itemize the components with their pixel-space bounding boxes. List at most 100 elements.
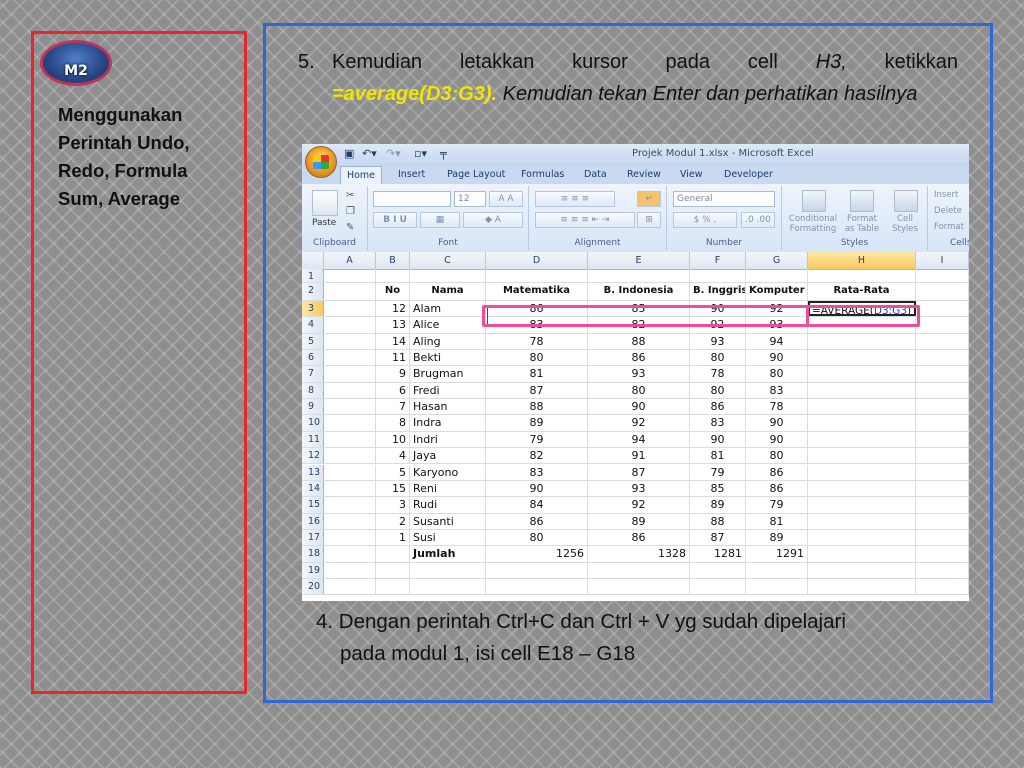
tab-data[interactable]: Data [584, 169, 607, 180]
cell[interactable] [808, 578, 916, 595]
cell[interactable]: 9 [376, 366, 410, 382]
currency-percent-comma-buttons[interactable]: $ % , [673, 212, 737, 228]
row-header[interactable]: 1 [302, 269, 324, 282]
cell[interactable]: Hasan [410, 399, 486, 415]
row-header[interactable]: 17 [302, 529, 324, 546]
cell[interactable] [808, 399, 916, 415]
cell[interactable]: 80 [746, 366, 808, 382]
cut-icon[interactable]: ✂ [346, 190, 354, 201]
row-header[interactable]: 12 [302, 448, 324, 464]
cell[interactable]: B. Inggris [690, 283, 746, 300]
row-header[interactable]: 10 [302, 415, 324, 431]
tab-insert[interactable]: Insert [398, 169, 425, 180]
tab-developer[interactable]: Developer [724, 169, 773, 180]
cell[interactable]: 3 [376, 497, 410, 513]
cell[interactable] [916, 269, 969, 282]
cell[interactable]: 86 [588, 529, 690, 546]
cell[interactable] [324, 317, 376, 333]
cell[interactable]: Rudi [410, 497, 486, 513]
cell[interactable]: 84 [486, 497, 588, 513]
merge-center-icon[interactable]: ⊞ [637, 212, 661, 228]
cell-styles-label[interactable]: Cell Styles [886, 214, 924, 234]
cell[interactable] [324, 415, 376, 431]
cell[interactable] [808, 333, 916, 350]
cell[interactable]: 94 [588, 431, 690, 448]
col-header-c[interactable]: C [410, 252, 486, 269]
cell[interactable] [808, 382, 916, 399]
cell[interactable] [916, 431, 969, 448]
cell[interactable] [324, 399, 376, 415]
row-header[interactable]: 15 [302, 497, 324, 513]
col-header-d[interactable]: D [486, 252, 588, 269]
cell[interactable] [324, 513, 376, 529]
cell[interactable] [808, 480, 916, 497]
col-header-e[interactable]: E [588, 252, 690, 269]
cell[interactable]: 85 [690, 480, 746, 497]
cell[interactable] [808, 546, 916, 562]
borders-button[interactable]: ▦ [420, 212, 460, 228]
cell[interactable]: 89 [746, 529, 808, 546]
cell[interactable]: 4 [376, 448, 410, 464]
font-size-box[interactable]: 12 [454, 191, 486, 207]
redo-icon[interactable]: ↷▾ [386, 147, 401, 160]
cell[interactable] [324, 448, 376, 464]
insert-cells-button[interactable]: Insert [934, 190, 958, 200]
cell[interactable] [324, 464, 376, 480]
cell[interactable]: 78 [486, 333, 588, 350]
cell[interactable] [808, 513, 916, 529]
customize-toolbar-icon[interactable]: ▫▾ [414, 147, 427, 160]
cell[interactable]: 13 [376, 317, 410, 333]
cell[interactable]: 81 [746, 513, 808, 529]
cell[interactable]: 80 [486, 529, 588, 546]
cell[interactable]: 87 [588, 464, 690, 480]
cell[interactable] [916, 366, 969, 382]
number-format-dropdown[interactable]: General [673, 191, 775, 207]
cell[interactable] [324, 529, 376, 546]
cell[interactable]: Susanti [410, 513, 486, 529]
cell[interactable]: 89 [690, 497, 746, 513]
horizontal-align-buttons[interactable]: ≡ ≡ ≡ ⇤ ⇥ [535, 212, 635, 228]
decimal-buttons[interactable]: .0 .00 [741, 212, 775, 228]
cell[interactable] [916, 546, 969, 562]
cell[interactable]: 89 [588, 513, 690, 529]
cell[interactable] [746, 562, 808, 578]
cell[interactable]: Matematika [486, 283, 588, 300]
cell[interactable]: 93 [588, 480, 690, 497]
cell[interactable] [588, 269, 690, 282]
cell[interactable] [588, 562, 690, 578]
tab-view[interactable]: View [680, 169, 703, 180]
cell[interactable] [916, 415, 969, 431]
cell[interactable] [916, 497, 969, 513]
cell[interactable] [690, 562, 746, 578]
cell[interactable] [376, 269, 410, 282]
cell[interactable] [808, 269, 916, 282]
cell[interactable] [916, 382, 969, 399]
quick-access-dropdown-icon[interactable]: ╤ [440, 147, 447, 160]
tab-page-layout[interactable]: Page Layout [447, 169, 505, 180]
tab-formulas[interactable]: Formulas [521, 169, 564, 180]
cell[interactable] [324, 480, 376, 497]
row-header[interactable]: 14 [302, 480, 324, 497]
cell[interactable]: 1281 [690, 546, 746, 562]
cell[interactable]: 80 [486, 350, 588, 366]
cell[interactable]: Rata-Rata [808, 283, 916, 300]
copy-icon[interactable]: ❐ [346, 206, 355, 217]
paste-label[interactable]: Paste [312, 218, 336, 228]
row-header[interactable]: 20 [302, 578, 324, 595]
cell[interactable]: 88 [690, 513, 746, 529]
cell[interactable] [376, 578, 410, 595]
cell[interactable]: 88 [486, 399, 588, 415]
row-header[interactable]: 9 [302, 399, 324, 415]
paste-icon[interactable] [312, 190, 338, 216]
col-header-f[interactable]: F [690, 252, 746, 269]
cell[interactable]: Susi [410, 529, 486, 546]
cell[interactable]: 79 [486, 431, 588, 448]
cell[interactable]: 78 [690, 366, 746, 382]
cell[interactable] [808, 448, 916, 464]
cell[interactable] [746, 578, 808, 595]
cell[interactable] [808, 350, 916, 366]
cell[interactable]: 92 [588, 415, 690, 431]
cell[interactable]: 90 [746, 431, 808, 448]
cell[interactable]: 89 [486, 415, 588, 431]
cell[interactable] [376, 546, 410, 562]
